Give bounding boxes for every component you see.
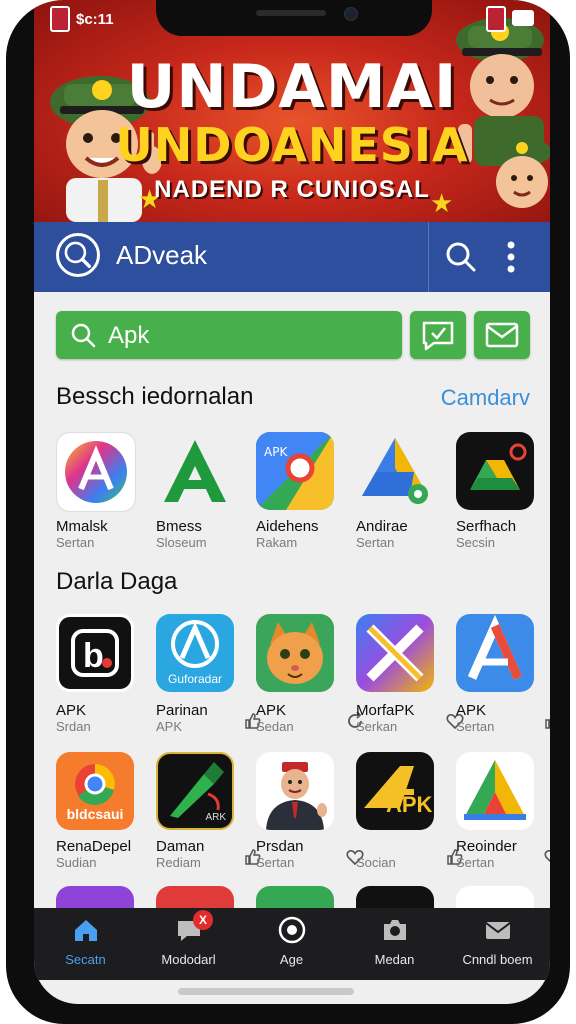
search-icon <box>71 323 96 348</box>
section-title-trending: Darla Daga <box>56 568 178 595</box>
app-category: Sertan <box>56 535 95 550</box>
app-name[interactable]: APK <box>256 702 286 719</box>
search-value: Apk <box>108 322 150 349</box>
svg-text:APK: APK <box>264 445 288 459</box>
app-name[interactable]: APK <box>456 702 486 719</box>
app-name[interactable]: Reoinder <box>456 838 517 855</box>
tile-caption: Guforadar <box>167 672 223 686</box>
status-bar-left: $c:11 <box>50 6 114 32</box>
battery-icon <box>512 10 534 26</box>
nav-label: Secatn <box>65 952 106 967</box>
app-category: Sloseum <box>156 535 207 550</box>
notification-badge: X <box>193 910 213 930</box>
app-icon-mmalsk[interactable] <box>56 432 136 512</box>
app-name[interactable]: MorfaPK <box>356 702 414 719</box>
app-name[interactable]: Daman <box>156 838 204 855</box>
tile-caption: bldcsaui <box>66 806 124 822</box>
nav-label: Medan <box>374 952 415 967</box>
chat-check-icon <box>422 321 454 351</box>
app-icon-andirae[interactable] <box>356 432 434 510</box>
phone-frame: ★ ★ UNDAMAI UNDOANESIA NADEND R CUNIOSAL… <box>6 0 570 1024</box>
app-name[interactable]: APK <box>56 702 86 719</box>
status-time: $c:11 <box>76 10 114 28</box>
app-category: Rediam <box>156 855 201 870</box>
home-icon <box>75 920 97 941</box>
banner-headline: UNDAMAI <box>126 52 458 122</box>
app-name[interactable]: Aidehens <box>256 518 319 535</box>
app-icon-b[interactable]: b <box>56 614 134 692</box>
nav-label: Mododarl <box>161 952 216 967</box>
app-category: Srdan <box>56 719 91 734</box>
app-icon-serfhach[interactable] <box>456 432 534 510</box>
more-vertical-icon[interactable] <box>506 240 516 274</box>
see-all-link[interactable]: Camdarv <box>441 385 530 411</box>
nav-label: Age <box>279 952 304 967</box>
mail-button[interactable] <box>474 311 530 359</box>
app-title: ADveak <box>116 240 208 270</box>
app-category: Sertan <box>256 855 295 870</box>
app-category: Sertan <box>356 535 395 550</box>
nav-item-age[interactable]: Age <box>240 908 343 980</box>
app-name[interactable]: Parinan <box>156 702 208 719</box>
mail-icon <box>485 922 511 939</box>
status-bar-right <box>486 6 534 32</box>
search-icon[interactable] <box>444 240 478 274</box>
chat-button[interactable] <box>410 311 466 359</box>
search-input[interactable]: Apk <box>56 311 402 359</box>
app-category: Sertan <box>456 719 495 734</box>
app-bar-divider <box>428 222 429 292</box>
app-icon-daman[interactable]: ARK <box>156 752 234 830</box>
app-category: Sedan <box>256 719 294 734</box>
app-name[interactable]: Serfhach <box>456 518 516 535</box>
nav-item-home[interactable]: Secatn <box>34 908 137 980</box>
app-bar: ADveak <box>34 222 550 292</box>
heart-icon[interactable] <box>544 848 550 866</box>
thumbs-up-icon[interactable] <box>544 712 550 730</box>
app-icon-prsdan[interactable] <box>256 752 334 830</box>
app-icon-apk-yellow[interactable]: APK <box>356 752 434 830</box>
app-category: Sudian <box>56 855 97 870</box>
nav-item-medan[interactable]: Medan <box>343 908 446 980</box>
target-icon <box>278 916 306 944</box>
app-name[interactable]: Andirae <box>356 518 408 535</box>
app-icon-reoinder[interactable] <box>456 752 534 830</box>
front-camera <box>344 7 358 21</box>
app-category: Rakam <box>256 535 298 550</box>
app-category: Serkan <box>356 719 398 734</box>
nav-label: Cnndl boem <box>462 952 533 967</box>
app-icon-parinan[interactable]: Guforadar <box>156 614 234 692</box>
flag-icon <box>486 6 506 32</box>
app-category: APK <box>156 719 183 734</box>
bottom-navigation: Secatn X Mododarl Age Medan Cnndl boem <box>34 908 550 980</box>
nav-item-mail[interactable]: Cnndl boem <box>446 908 549 980</box>
screen: ★ ★ UNDAMAI UNDOANESIA NADEND R CUNIOSAL… <box>34 0 550 1004</box>
app-icon-morfapk[interactable] <box>356 614 434 692</box>
banner-subheadline: UNDOANESIA <box>115 118 469 172</box>
app-name[interactable]: RenaDepel <box>56 838 131 855</box>
camera-icon <box>384 920 406 940</box>
banner-tagline: NADEND R CUNIOSAL <box>154 176 430 203</box>
tile-caption: APK <box>386 792 433 817</box>
phone-notch <box>156 0 432 36</box>
notification-icon <box>50 6 70 32</box>
app-name[interactable]: Bmess <box>156 518 202 535</box>
speaker <box>256 10 326 16</box>
svg-text:b: b <box>83 637 104 675</box>
mail-icon <box>485 322 519 348</box>
app-category: Secsin <box>456 535 496 550</box>
app-icon-bmess[interactable] <box>156 432 234 510</box>
app-logo-search-icon[interactable] <box>56 233 100 277</box>
app-category: Socian <box>356 855 396 870</box>
nav-item-messages[interactable]: X Mododarl <box>137 908 240 980</box>
app-icon-apk-blue[interactable] <box>456 614 534 692</box>
home-indicator[interactable] <box>178 988 354 995</box>
app-name[interactable]: Mmalsk <box>56 518 108 535</box>
app-name[interactable]: Prsdan <box>256 838 304 855</box>
app-icon-renadepel[interactable]: bldcsaui <box>56 752 134 830</box>
app-icon-aidehens[interactable]: APK <box>256 432 334 510</box>
section-title-featured: Bessch iedornalan <box>56 383 254 410</box>
app-icon-cat[interactable] <box>256 614 334 692</box>
app-category: Sertan <box>456 855 495 870</box>
tile-caption: ARK <box>205 812 226 823</box>
